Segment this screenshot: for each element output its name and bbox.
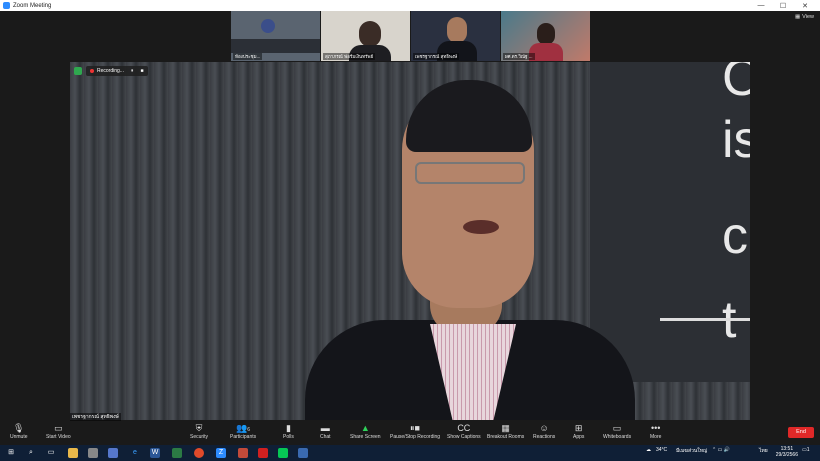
grid-icon: ▦ <box>794 14 801 20</box>
participant-thumbnail[interactable]: ห้องประชุม... <box>231 11 320 61</box>
wall-letter: c <box>722 207 748 265</box>
share-screen-button[interactable]: ▲ Share Screen <box>350 423 381 440</box>
view-button[interactable]: ▦ View <box>795 14 814 20</box>
pause-stop-icon: ⏸■ <box>410 423 420 433</box>
minimize-icon[interactable]: — <box>750 2 772 9</box>
shield-icon: ⛨ <box>195 423 203 433</box>
stop-recording-icon[interactable]: ■ <box>140 68 143 74</box>
windows-taskbar: ⊞ ⌕ ▭ e W Z ☁ 34°C มีเมฆส่วนใหญ่ ⌃ ▭ 🔊 ไ… <box>0 445 820 461</box>
security-button[interactable]: ⛨ Security <box>190 423 208 440</box>
app-icon[interactable] <box>298 448 308 458</box>
participants-icon: 👥6 <box>236 423 251 433</box>
clock[interactable]: 13:51 29/3/2566 <box>776 446 798 458</box>
wall-line <box>660 318 750 321</box>
close-icon[interactable]: ✕ <box>794 2 816 10</box>
thumbnail-strip: ห้องประชุม... สุภาภรณ์ ฟอร์มเงินทรัพย์ เ… <box>0 11 820 63</box>
pause-recording-icon[interactable]: ⏸ <box>131 68 134 74</box>
notification-icon[interactable]: ▭1 <box>802 447 810 453</box>
word-icon[interactable]: W <box>150 448 160 458</box>
window-title: Zoom Meeting <box>13 2 52 9</box>
meeting-toolbar: 🎙 Unmute ▭ Start Video ⛨ Security 👥6 Par… <box>0 421 820 445</box>
wall-letter: is <box>722 111 750 169</box>
app-icon[interactable] <box>88 448 98 458</box>
participant-thumbnail[interactable]: ผศ.ดร.วิณัฐ ... <box>501 11 590 61</box>
notification-count: 1 <box>806 447 810 453</box>
task-view-icon[interactable]: ▭ <box>46 448 56 458</box>
reactions-button[interactable]: ☺ Reactions <box>533 423 555 440</box>
whiteboards-button[interactable]: ▭ Whiteboards <box>603 423 631 440</box>
weather-icon[interactable]: ☁ <box>646 447 651 453</box>
participant-name: ผศ.ดร.วิณัฐ ... <box>503 53 535 60</box>
maximize-icon[interactable]: ☐ <box>772 2 794 10</box>
logo-icon <box>261 19 275 33</box>
start-video-button[interactable]: ▭ Start Video <box>46 423 71 440</box>
speaker-name-label: เพชรฐากรณ์ สุทธิพงษ์ <box>70 413 121 421</box>
show-captions-button[interactable]: CC Show Captions <box>447 423 481 440</box>
pdf-icon[interactable] <box>258 448 268 458</box>
end-meeting-button[interactable]: End <box>788 427 814 438</box>
input-language[interactable]: ไทย <box>759 447 768 455</box>
windows-start-icon[interactable]: ⊞ <box>6 448 16 458</box>
chat-icon: ▬ <box>320 423 330 433</box>
meeting-room-table <box>231 39 320 53</box>
breakout-rooms-icon: ▦ <box>501 423 510 433</box>
recording-indicator: Recording... ⏸ ■ <box>74 66 148 76</box>
shield-icon[interactable] <box>74 67 82 75</box>
app-icon[interactable] <box>108 448 118 458</box>
captions-icon: CC <box>457 423 471 433</box>
participant-thumbnail[interactable]: เพชรฐากรณ์ สุทธิพงษ์ <box>411 11 500 61</box>
polls-icon: ▮ <box>285 423 291 433</box>
apps-icon: ⊞ <box>574 423 583 433</box>
participants-button[interactable]: 👥6 Participants <box>230 423 256 440</box>
view-label: View <box>802 14 814 20</box>
smile-icon: ☺ <box>539 423 549 433</box>
active-speaker-video: C is c t <box>70 62 750 420</box>
chat-button[interactable]: ▬ Chat <box>320 423 331 440</box>
polls-button[interactable]: ▮ Polls <box>283 423 294 440</box>
participant-name: ห้องประชุม... <box>233 53 263 60</box>
powerpoint-icon[interactable] <box>238 448 248 458</box>
person-head <box>447 17 467 43</box>
video-off-icon: ▭ <box>54 423 63 433</box>
microphone-muted-icon: 🎙 <box>13 423 25 433</box>
tray-icons[interactable]: ⌃ ▭ 🔊 <box>712 447 730 453</box>
edge-icon[interactable]: e <box>130 448 140 458</box>
pause-stop-recording-button[interactable]: ⏸■ Pause/Stop Recording <box>390 423 440 440</box>
unmute-button[interactable]: 🎙 Unmute <box>10 423 28 440</box>
file-explorer-icon[interactable] <box>68 448 78 458</box>
weather-desc[interactable]: มีเมฆส่วนใหญ่ <box>676 447 707 455</box>
speaker-hair <box>406 80 532 152</box>
person-head <box>537 23 555 45</box>
window-controls: — ☐ ✕ <box>750 0 816 11</box>
speaker-mouth <box>463 220 499 234</box>
share-screen-icon: ▲ <box>360 423 370 433</box>
more-button[interactable]: ••• More <box>650 423 661 440</box>
search-icon[interactable]: ⌕ <box>26 448 36 458</box>
more-icon: ••• <box>650 423 661 433</box>
record-icon <box>90 69 94 73</box>
line-icon[interactable] <box>278 448 288 458</box>
participant-thumbnail[interactable]: สุภาภรณ์ ฟอร์มเงินทรัพย์ <box>321 11 410 61</box>
chrome-icon[interactable] <box>194 448 204 458</box>
person-head <box>359 21 381 47</box>
breakout-rooms-button[interactable]: ▦ Breakout Rooms <box>487 423 524 440</box>
title-bar: Zoom Meeting — ☐ ✕ <box>0 0 820 11</box>
participant-name: เพชรฐากรณ์ สุทธิพงษ์ <box>413 53 460 60</box>
excel-icon[interactable] <box>172 448 182 458</box>
apps-button[interactable]: ⊞ Apps <box>573 423 584 440</box>
clock-date: 29/3/2566 <box>775 452 798 458</box>
recording-label: Recording... <box>97 68 124 74</box>
speaker-glasses <box>415 162 525 184</box>
participant-name: สุภาภรณ์ ฟอร์มเงินทรัพย์ <box>323 53 376 60</box>
zoom-icon[interactable]: Z <box>216 448 226 458</box>
whiteboard-icon: ▭ <box>612 423 622 433</box>
recording-pill: Recording... ⏸ ■ <box>86 66 148 76</box>
wall-letter: C <box>722 62 750 107</box>
zoom-app-icon <box>3 2 10 9</box>
weather-temp[interactable]: 34°C <box>656 447 667 453</box>
